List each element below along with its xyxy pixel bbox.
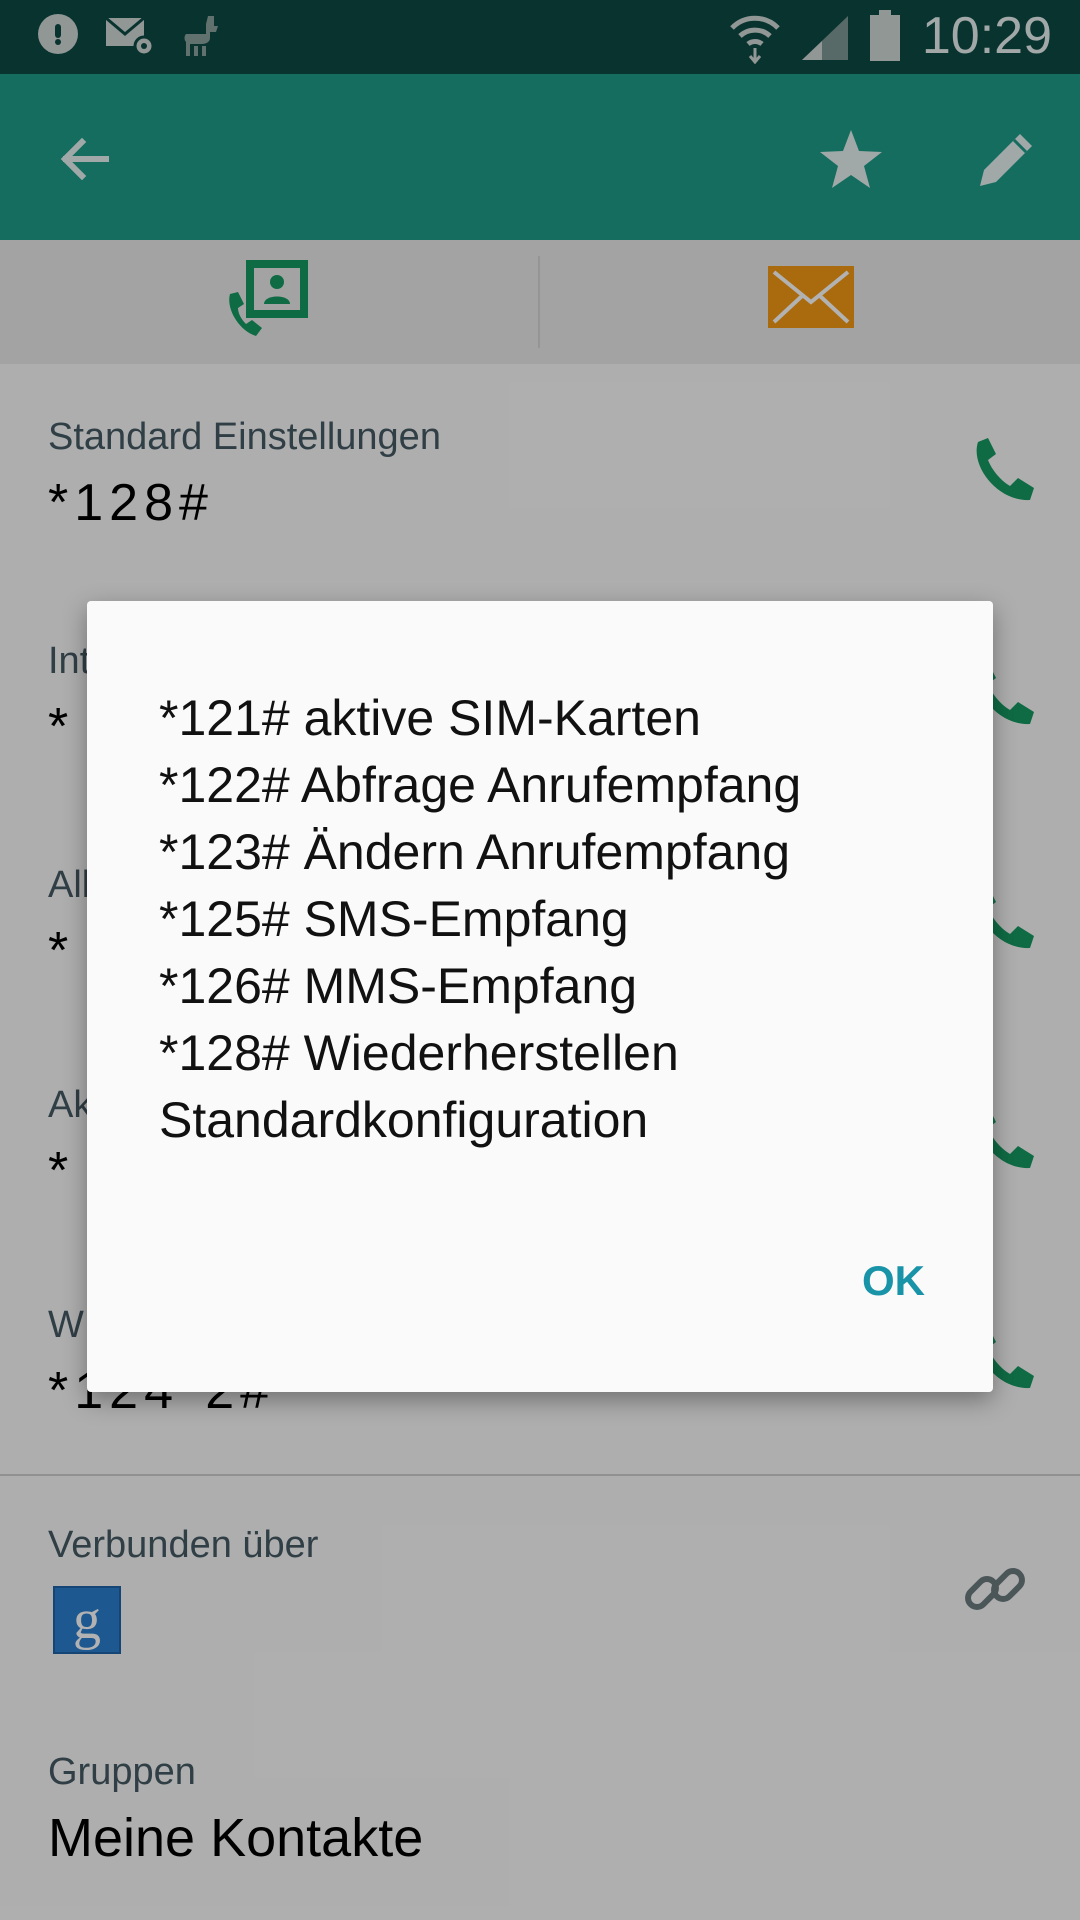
dialog-line: *125# SMS-Empfang: [159, 891, 629, 947]
dialog-line: Standardkonfiguration: [159, 1092, 649, 1148]
dialog-line: *123# Ändern Anrufempfang: [159, 824, 791, 880]
dialog-line: *126# MMS-Empfang: [159, 958, 638, 1014]
dialog-line: *122# Abfrage Anrufempfang: [159, 757, 802, 813]
contact-detail-screen: 10:29 Standard Einstellungen *128# Int *…: [0, 0, 1080, 1920]
dialog-message: *121# aktive SIM-Karten *122# Abfrage An…: [159, 685, 959, 1154]
ok-button[interactable]: OK: [862, 1257, 925, 1305]
ussd-dialog: *121# aktive SIM-Karten *122# Abfrage An…: [87, 601, 993, 1392]
dialog-line: *121# aktive SIM-Karten: [159, 690, 701, 746]
dialog-line: *128# Wiederherstellen: [159, 1025, 679, 1081]
